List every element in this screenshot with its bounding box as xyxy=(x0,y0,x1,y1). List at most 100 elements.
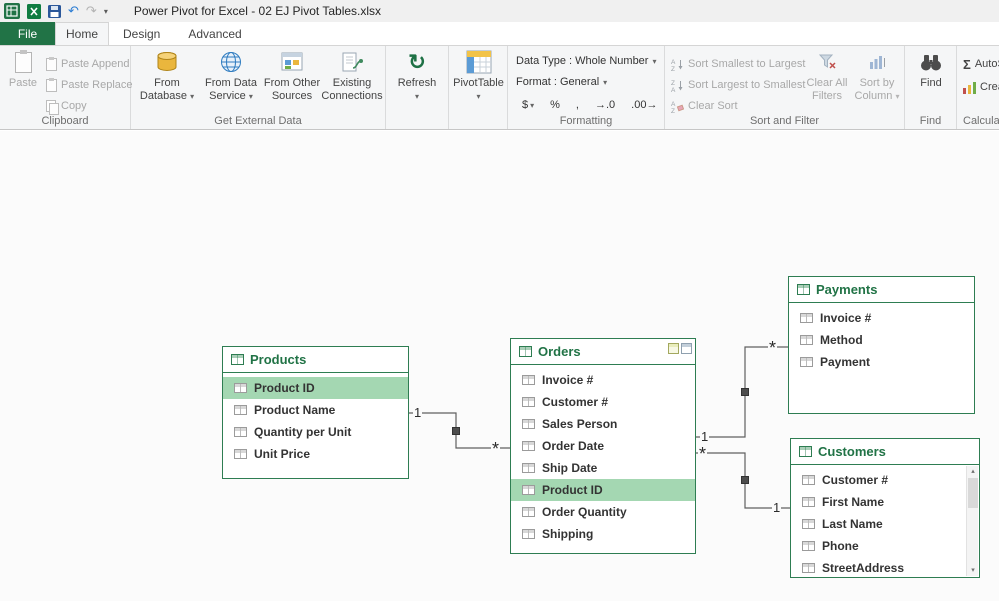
field-icon xyxy=(802,497,815,507)
from-data-service-button[interactable]: From Data Service xyxy=(201,49,261,103)
undo-icon[interactable]: ↶ xyxy=(68,3,79,19)
titlebar: ↶ ↷ ▾ Power Pivot for Excel - 02 EJ Pivo… xyxy=(0,0,999,22)
excel-file-icon xyxy=(27,3,41,19)
field-row[interactable]: Phone xyxy=(791,535,966,557)
data-type-dropdown[interactable]: Data Type : Whole Number xyxy=(516,55,656,67)
field-row[interactable]: Invoice # xyxy=(511,369,695,391)
decrease-decimal-button[interactable]: .00→ xyxy=(625,97,663,113)
refresh-button[interactable]: ↻ Refresh xyxy=(391,49,443,103)
field-row[interactable]: Invoice # xyxy=(789,307,974,329)
quick-access-caret-icon[interactable]: ▾ xyxy=(104,7,108,16)
sort-descending-button[interactable]: ZA Sort Largest to Smallest xyxy=(671,76,805,94)
create-kpi-button[interactable]: Create KPI xyxy=(963,78,999,96)
field-row[interactable]: Unit Price xyxy=(223,443,408,465)
table-header[interactable]: Products xyxy=(223,347,408,373)
paste-append-button[interactable]: Paste Append xyxy=(46,55,130,73)
field-icon xyxy=(802,519,815,529)
existing-connections-button[interactable]: Existing Connections xyxy=(321,49,383,103)
percent-format-button[interactable]: % xyxy=(544,97,566,113)
find-button[interactable]: Find xyxy=(913,49,949,90)
table-customers[interactable]: Customers Customer # First Name Last Nam… xyxy=(790,438,980,578)
field-row[interactable]: Product ID xyxy=(223,377,408,399)
field-row[interactable]: Quantity per Unit xyxy=(223,421,408,443)
from-database-button[interactable]: From Database xyxy=(139,49,195,103)
group-refresh: ↻ Refresh xyxy=(386,46,449,129)
table-icon xyxy=(799,446,812,457)
field-row[interactable]: Customer # xyxy=(511,391,695,413)
fit-table-icon[interactable] xyxy=(668,343,679,354)
dropdown-caret-icon xyxy=(652,55,656,67)
sort-ascending-button[interactable]: AZ Sort Smallest to Largest xyxy=(671,55,805,73)
paste-append-icon xyxy=(46,56,57,71)
field-row[interactable]: Order Quantity xyxy=(511,501,695,523)
pivottable-button[interactable]: PivotTable xyxy=(451,49,506,103)
sort-descending-icon: ZA xyxy=(671,80,683,92)
field-row[interactable]: First Name xyxy=(791,491,966,513)
redo-icon: ↷ xyxy=(85,3,97,18)
group-label-sort-filter: Sort and Filter xyxy=(749,115,820,127)
currency-format-button[interactable]: $ xyxy=(516,97,540,113)
field-icon xyxy=(522,529,535,539)
field-icon xyxy=(522,485,535,495)
increase-decimal-button[interactable]: →.0 xyxy=(589,97,621,113)
sort-by-column-button[interactable]: Sort by Column xyxy=(853,49,901,103)
diagram-canvas[interactable]: Products Product ID Product Name Quantit… xyxy=(0,131,999,601)
binoculars-icon xyxy=(921,54,941,70)
table-products[interactable]: Products Product ID Product Name Quantit… xyxy=(222,346,409,479)
clear-sort-icon: AZ xyxy=(671,101,684,113)
relationship-orders-payments[interactable] xyxy=(696,346,788,438)
tab-design[interactable]: Design xyxy=(109,22,174,45)
field-row[interactable]: Method xyxy=(789,329,974,351)
field-icon xyxy=(234,427,247,437)
autosum-button[interactable]: Σ AutoSum xyxy=(963,55,999,73)
dropdown-caret-icon xyxy=(476,90,480,103)
thousands-separator-button[interactable]: , xyxy=(570,97,585,113)
clear-sort-button[interactable]: AZ Clear Sort xyxy=(671,97,738,115)
tab-advanced[interactable]: Advanced xyxy=(174,22,255,45)
field-row[interactable]: Customer # xyxy=(791,469,966,491)
from-other-sources-button[interactable]: From Other Sources xyxy=(263,49,321,103)
customers-scrollbar[interactable] xyxy=(966,466,978,576)
table-icon xyxy=(797,284,810,295)
table-header[interactable]: Customers xyxy=(791,439,979,465)
scrollbar-thumb[interactable] xyxy=(968,478,978,508)
globe-icon xyxy=(221,52,241,72)
format-dropdown[interactable]: Format : General xyxy=(516,76,607,88)
field-row[interactable]: Order Date xyxy=(511,435,695,457)
table-header[interactable]: Payments xyxy=(789,277,974,303)
field-row[interactable]: Shipping xyxy=(511,523,695,545)
field-row[interactable]: Ship Date xyxy=(511,457,695,479)
field-icon xyxy=(802,563,815,573)
tab-home[interactable]: Home xyxy=(55,22,109,45)
save-icon[interactable] xyxy=(48,4,61,18)
table-icon xyxy=(231,354,244,365)
cardinality-label: 1 xyxy=(700,429,710,444)
svg-text:Z: Z xyxy=(671,80,675,87)
scroll-up-icon[interactable] xyxy=(967,466,979,477)
paste-button[interactable]: Paste xyxy=(6,49,40,90)
table-orders[interactable]: Orders Invoice # Customer # Sales Person… xyxy=(510,338,696,554)
sort-ascending-icon: AZ xyxy=(671,59,683,71)
maximize-table-icon[interactable] xyxy=(681,343,692,354)
field-row[interactable]: Last Name xyxy=(791,513,966,535)
field-icon xyxy=(522,419,535,429)
field-row[interactable]: Sales Person xyxy=(511,413,695,435)
table-icon xyxy=(519,346,532,357)
copy-button[interactable]: Copy xyxy=(46,97,87,115)
scroll-down-icon[interactable] xyxy=(967,565,979,576)
svg-text:A: A xyxy=(671,101,676,108)
tab-file[interactable]: File xyxy=(0,22,55,45)
paste-replace-button[interactable]: Paste Replace xyxy=(46,76,133,94)
ribbon: Paste Paste Append Paste Replace Copy Cl… xyxy=(0,46,999,130)
field-row[interactable]: Product Name xyxy=(223,399,408,421)
pivottable-icon xyxy=(466,50,491,74)
dropdown-caret-icon xyxy=(415,90,419,103)
table-name: Products xyxy=(250,352,307,367)
clear-all-filters-button[interactable]: Clear All Filters xyxy=(803,49,851,103)
table-payments[interactable]: Payments Invoice # Method Payment xyxy=(788,276,975,414)
table-header[interactable]: Orders xyxy=(511,339,695,365)
group-calculations: Σ AutoSum Create KPI Calculations xyxy=(957,46,999,129)
field-row[interactable]: Product ID xyxy=(511,479,695,501)
field-row[interactable]: Payment xyxy=(789,351,974,373)
field-row[interactable]: StreetAddress xyxy=(791,557,966,579)
